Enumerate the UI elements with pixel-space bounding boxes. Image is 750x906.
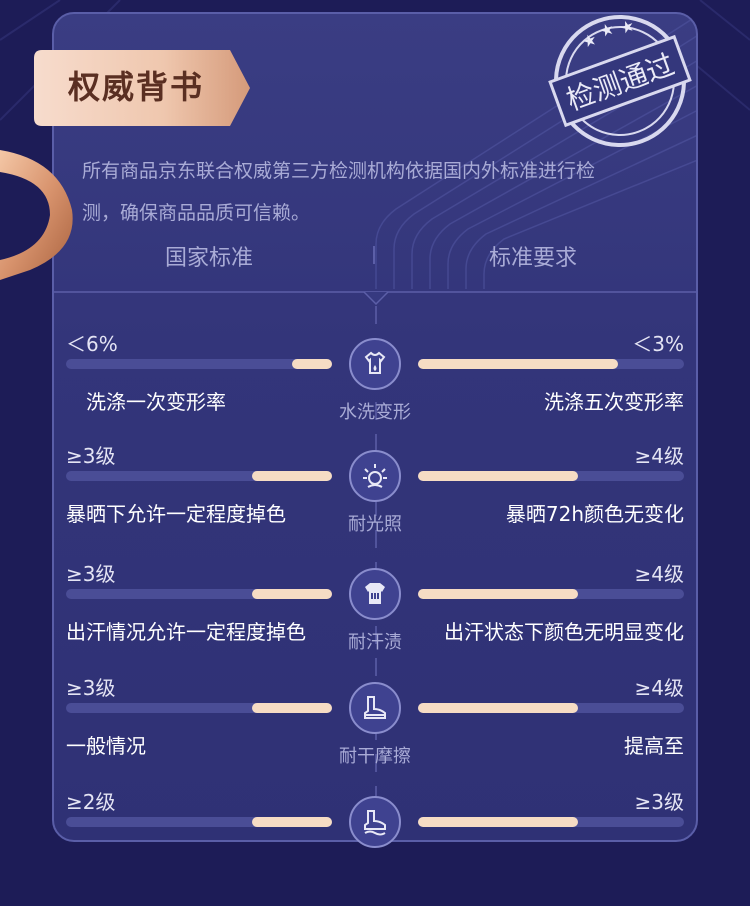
requirement-bar bbox=[418, 471, 684, 481]
requirement-bar bbox=[418, 817, 684, 827]
requirement-bar-fill bbox=[418, 817, 578, 827]
requirement-description: 洗涤五次变形率 bbox=[544, 390, 684, 414]
column-divider bbox=[373, 246, 375, 264]
test-item-label: 耐光照 bbox=[348, 514, 402, 535]
requirement-value: ≥3级 bbox=[634, 790, 684, 814]
requirement-bar bbox=[418, 703, 684, 713]
column-header-national-standard: 国家标准 bbox=[165, 246, 254, 271]
requirement-bar-fill bbox=[418, 703, 578, 713]
sweat-shirt-icon bbox=[349, 568, 401, 620]
national-standard-bar bbox=[66, 817, 332, 827]
washing-shirt-icon bbox=[349, 338, 401, 390]
svg-text:★: ★ bbox=[597, 19, 617, 42]
national-standard-description: 一般情况 bbox=[66, 734, 146, 758]
requirement-value: ≥4级 bbox=[634, 444, 684, 468]
shoe-wet-icon bbox=[349, 796, 401, 848]
requirement-bar-fill bbox=[418, 359, 618, 369]
ribbon-decoration bbox=[0, 150, 73, 280]
national-standard-bar bbox=[66, 703, 332, 713]
description-line-2: 测，确保商品品质可信赖。 bbox=[82, 202, 311, 224]
national-standard-bar-fill bbox=[292, 359, 332, 369]
requirement-bar bbox=[418, 359, 684, 369]
test-item-label: 水洗变形 bbox=[339, 402, 411, 423]
standard-row: ≥3级 ≥4级一般情况 提高至耐干摩擦 bbox=[0, 672, 750, 792]
national-standard-bar-fill bbox=[252, 817, 332, 827]
requirement-value: ＜3% bbox=[632, 332, 684, 356]
standard-row: ≥3级 ≥4级暴晒下允许一定程度掉色 暴晒72h颜色无变化耐光照 bbox=[0, 440, 750, 560]
national-standard-description: 出汗情况允许一定程度掉色 bbox=[66, 620, 306, 644]
national-standard-value: ＜6% bbox=[66, 332, 118, 356]
test-passed-stamp: 检测通过 ★ ★ ★ bbox=[548, 15, 692, 147]
requirement-description: 提高至 bbox=[624, 734, 684, 758]
sun-icon bbox=[349, 450, 401, 502]
test-item-label: 耐干摩擦 bbox=[339, 746, 411, 767]
national-standard-bar bbox=[66, 589, 332, 599]
description-line-1: 所有商品京东联合权威第三方检测机构依据国内外标准进行检 bbox=[82, 160, 596, 182]
national-standard-bar-fill bbox=[252, 589, 332, 599]
standard-row: ≥3级 ≥4级出汗情况允许一定程度掉色 出汗状态下颜色无明显变化耐汗渍 bbox=[0, 558, 750, 678]
requirement-bar-fill bbox=[418, 589, 578, 599]
requirement-value: ≥4级 bbox=[634, 562, 684, 586]
national-standard-bar bbox=[66, 359, 332, 369]
standard-row: ≥2级 ≥3级 bbox=[0, 786, 750, 906]
section-title: 权威背书 bbox=[68, 68, 205, 106]
standard-row: ＜6% ＜3% 洗涤一次变形率 洗涤五次变形率水洗变形 bbox=[0, 328, 750, 448]
national-standard-description: 洗涤一次变形率 bbox=[86, 390, 226, 414]
requirement-bar-fill bbox=[418, 471, 578, 481]
national-standard-value: ≥2级 bbox=[66, 790, 116, 814]
requirement-description: 暴晒72h颜色无变化 bbox=[505, 502, 684, 526]
national-standard-value: ≥3级 bbox=[66, 444, 116, 468]
national-standard-bar-fill bbox=[252, 703, 332, 713]
national-standard-value: ≥3级 bbox=[66, 676, 116, 700]
requirement-description: 出汗状态下颜色无明显变化 bbox=[444, 620, 684, 644]
national-standard-bar bbox=[66, 471, 332, 481]
national-standard-value: ≥3级 bbox=[66, 562, 116, 586]
national-standard-bar-fill bbox=[252, 471, 332, 481]
test-item-label: 耐汗渍 bbox=[348, 632, 402, 653]
requirement-value: ≥4级 bbox=[634, 676, 684, 700]
shoe-icon bbox=[349, 682, 401, 734]
section-description: 所有商品京东联合权威第三方检测机构依据国内外标准进行检 测，确保商品品质可信赖。 bbox=[82, 150, 642, 234]
requirement-bar bbox=[418, 589, 684, 599]
national-standard-description: 暴晒下允许一定程度掉色 bbox=[66, 502, 286, 526]
column-header-requirement: 标准要求 bbox=[489, 246, 578, 271]
